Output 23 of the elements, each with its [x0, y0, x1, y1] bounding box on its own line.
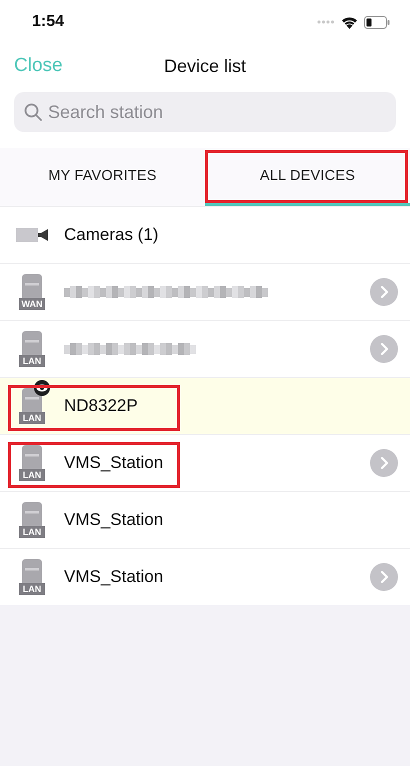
tab[interactable]: MY FAVORITES	[0, 148, 205, 206]
camera-icon	[16, 227, 48, 243]
device-row[interactable]: LAN VMS_Station	[0, 491, 410, 548]
wifi-icon	[341, 16, 358, 28]
search-field[interactable]: Search station	[14, 92, 396, 132]
device-row[interactable]: LAN ND8322P	[0, 377, 410, 434]
signal-icon	[317, 20, 335, 24]
device-name: VMS_Station	[64, 453, 164, 473]
device-row[interactable]: WAN	[0, 263, 410, 320]
device-row[interactable]: LAN VMS_Station	[0, 434, 410, 491]
chevron-icon[interactable]	[370, 335, 398, 363]
chevron-icon[interactable]	[370, 563, 398, 591]
device-row[interactable]: Cameras (1)	[0, 206, 410, 263]
device-name: Cameras (1)	[64, 225, 160, 245]
device-name: VMS_Station	[64, 510, 164, 530]
device-name: ND8322P	[64, 396, 139, 416]
chevron-icon[interactable]	[370, 278, 398, 306]
battery-icon	[364, 16, 390, 28]
device-name: VMS_Station	[64, 567, 164, 587]
device-row[interactable]: LAN VMS_Station	[0, 548, 410, 605]
screen-title: Device list	[164, 56, 246, 76]
status-time: 1:54	[32, 13, 64, 31]
chevron-icon[interactable]	[370, 449, 398, 477]
